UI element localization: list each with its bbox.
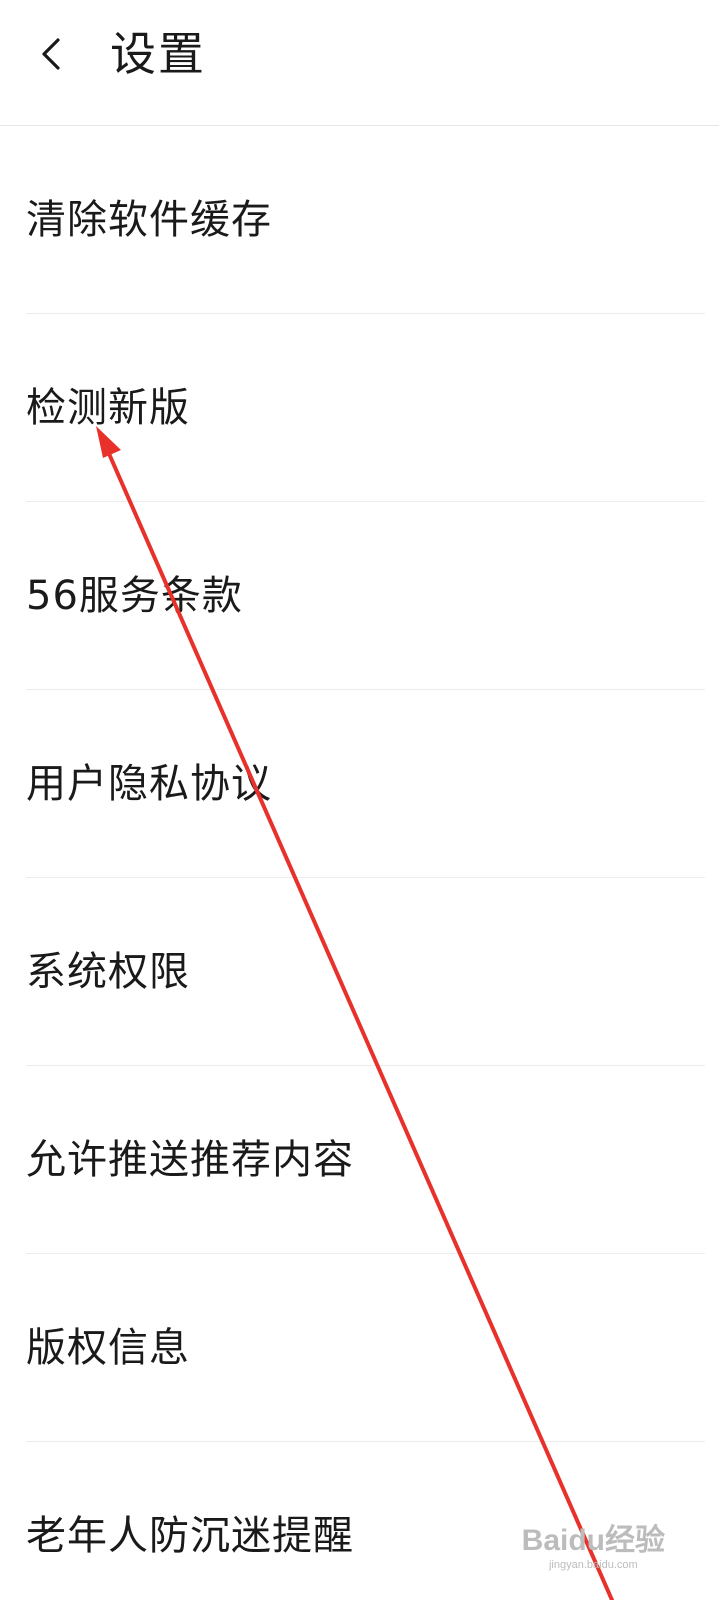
baidu-watermark: Baidu经验 jingyan.baidu.com <box>522 1524 665 1572</box>
settings-screen: 设置 清除软件缓存 检测新版 56服务条款 用户隐私协议 系统权限 允许推送推荐… <box>0 0 719 1600</box>
watermark-subtext: jingyan.baidu.com <box>548 1559 638 1571</box>
settings-list: 清除软件缓存 检测新版 56服务条款 用户隐私协议 系统权限 允许推送推荐内容 … <box>0 126 719 1600</box>
settings-item-elderly-anti-addiction[interactable]: 老年人防沉迷提醒 <box>26 1442 705 1600</box>
settings-item-label: 允许推送推荐内容 <box>26 1137 354 1183</box>
settings-item-label: 检测新版 <box>26 385 190 431</box>
settings-item-label: 用户隐私协议 <box>26 761 272 807</box>
page-title: 设置 <box>110 27 206 81</box>
settings-item-check-update[interactable]: 检测新版 <box>26 314 705 502</box>
settings-item-system-permissions[interactable]: 系统权限 <box>26 878 705 1066</box>
settings-item-terms-of-service[interactable]: 56服务条款 <box>26 502 705 690</box>
settings-item-label: 系统权限 <box>26 949 190 995</box>
settings-item-privacy-policy[interactable]: 用户隐私协议 <box>26 690 705 878</box>
top-bar: 设置 <box>0 0 719 126</box>
settings-item-clear-cache[interactable]: 清除软件缓存 <box>26 126 705 314</box>
settings-item-label: 56服务条款 <box>26 573 243 619</box>
watermark-text: Baidu经验 <box>521 1524 665 1557</box>
settings-item-label: 清除软件缓存 <box>26 197 272 243</box>
settings-item-label: 老年人防沉迷提醒 <box>26 1513 354 1559</box>
chevron-left-icon <box>42 38 60 70</box>
settings-item-label: 版权信息 <box>26 1325 190 1371</box>
settings-item-push-recommendations[interactable]: 允许推送推荐内容 <box>26 1066 705 1254</box>
settings-item-copyright-info[interactable]: 版权信息 <box>26 1254 705 1442</box>
back-button[interactable] <box>20 22 84 86</box>
